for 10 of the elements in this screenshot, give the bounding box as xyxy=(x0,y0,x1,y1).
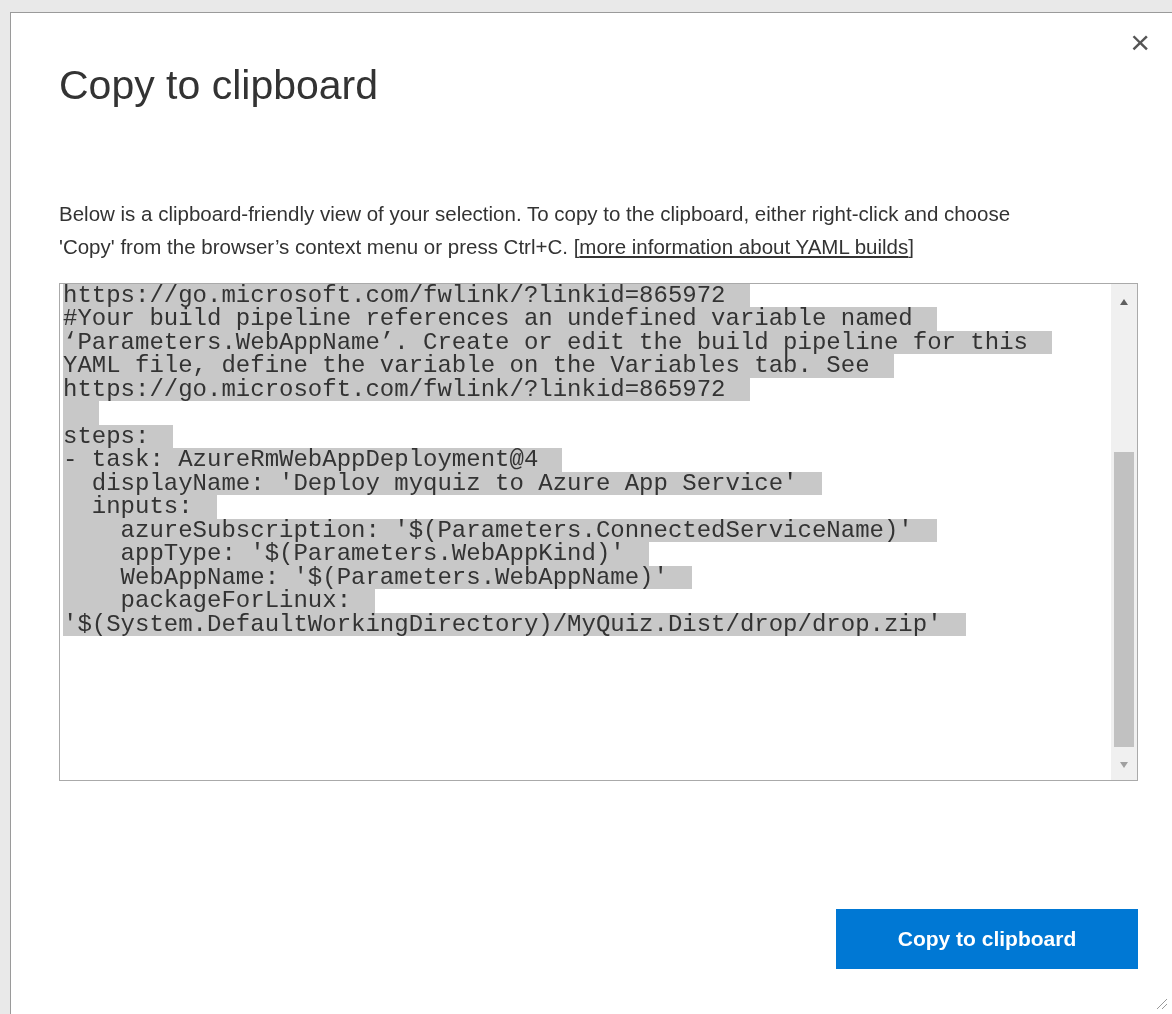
copy-to-clipboard-button[interactable]: Copy to clipboard xyxy=(836,908,1138,969)
description-text: Below is a clipboard-friendly view of your selection. To copy to the clipboard, either right-click and choose 'Copy' from the browser’s context menu or press Ctrl+C. [more information about YAML builds] xyxy=(58,200,1012,260)
close-button[interactable]: × xyxy=(1130,25,1150,59)
scrollbar-thumb[interactable] xyxy=(1114,451,1134,747)
dialog-title: Copy to clipboard xyxy=(59,61,379,110)
scroll-up-icon[interactable] xyxy=(1119,297,1129,306)
resize-grip-icon[interactable] xyxy=(1154,996,1168,1010)
scrollbar[interactable] xyxy=(1111,283,1137,780)
code-text-area[interactable] xyxy=(59,282,1138,781)
scroll-down-icon[interactable] xyxy=(1119,760,1129,769)
